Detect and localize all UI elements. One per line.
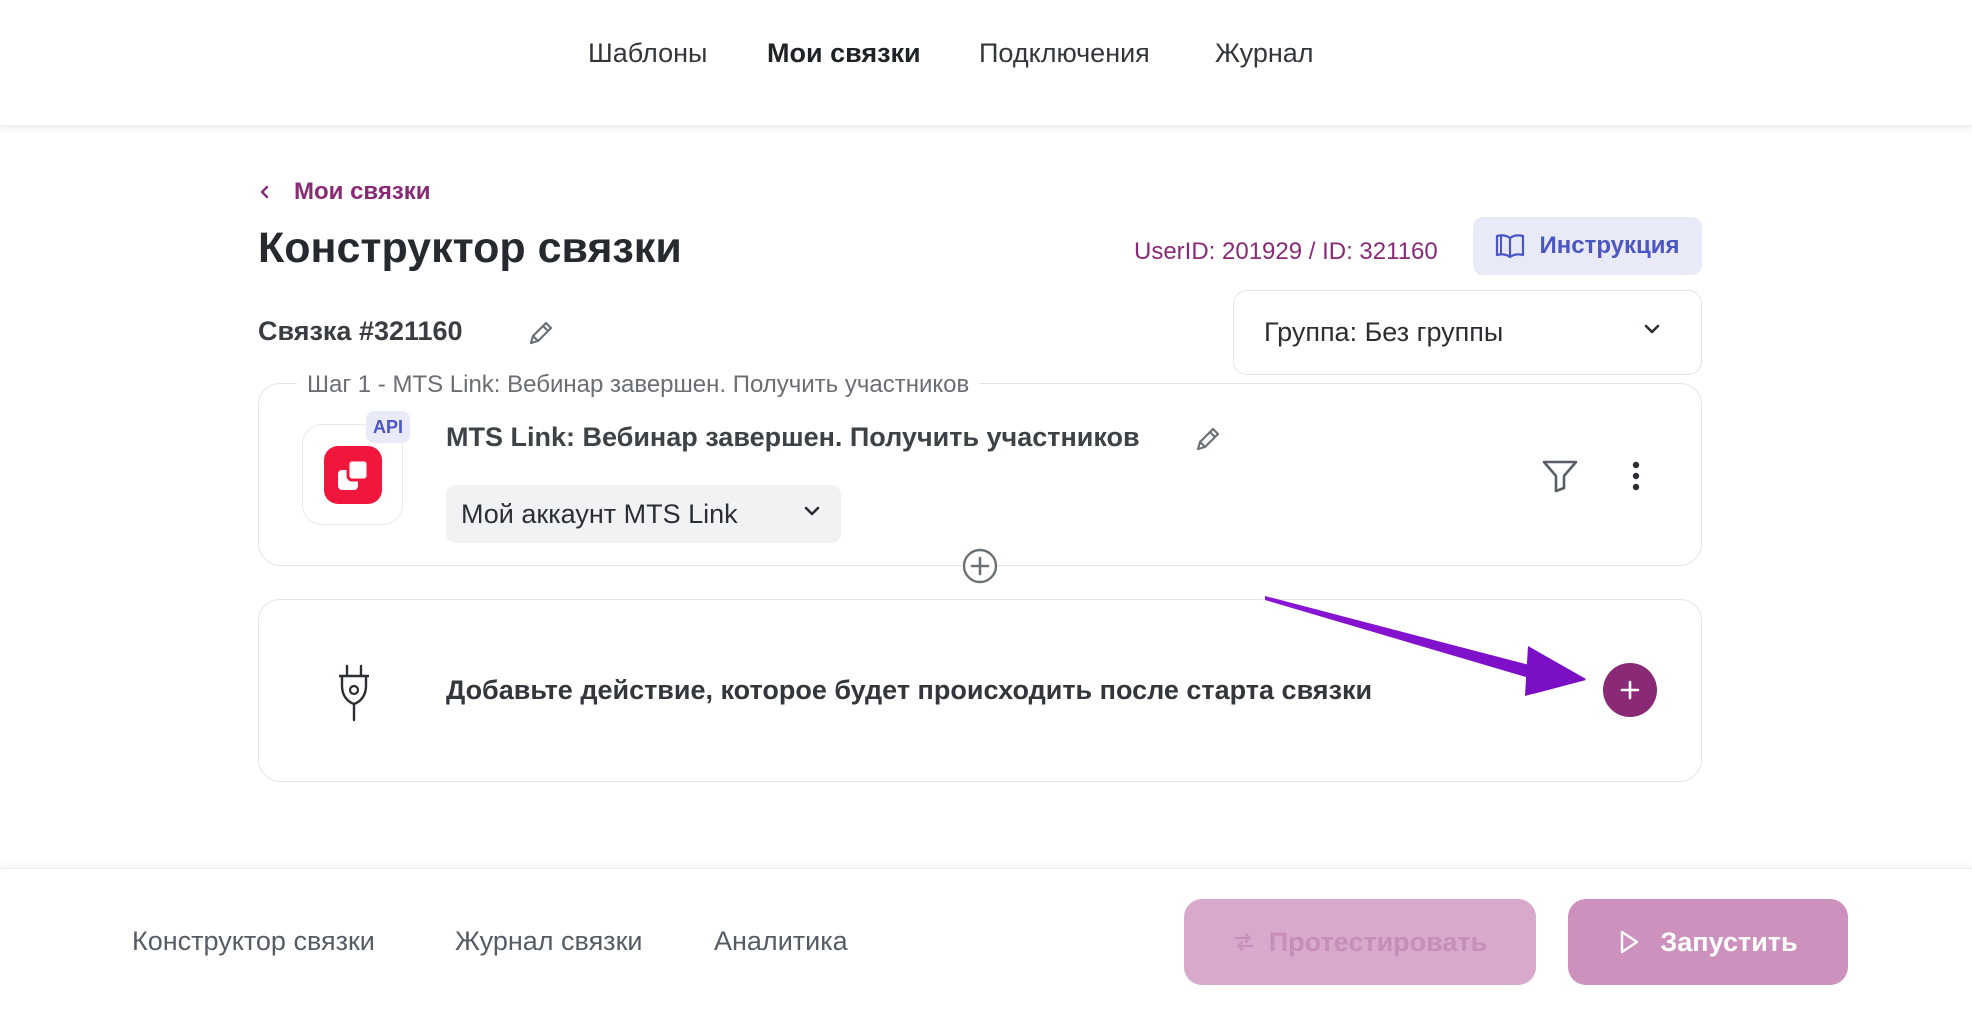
back-link[interactable]: Мои связки [258, 178, 431, 206]
top-navigation: Шаблоны Мои связки Подключения Журнал [0, 0, 1972, 126]
group-select[interactable]: Группа: Без группы [1233, 290, 1702, 375]
nav-tab-journal[interactable]: Журнал [1215, 38, 1314, 69]
play-icon [1621, 930, 1639, 954]
nav-tab-connections[interactable]: Подключения [979, 38, 1150, 69]
group-select-value: Группа: Без группы [1264, 317, 1504, 347]
mts-link-logo [324, 446, 382, 504]
chevron-left-icon [260, 185, 269, 199]
book-icon [1496, 234, 1525, 259]
run-button-label: Запустить [1660, 926, 1798, 957]
more-options-icon[interactable] [1626, 460, 1646, 492]
run-button[interactable]: Запустить [1568, 899, 1848, 985]
mts-link-logo-icon [338, 458, 370, 490]
bottom-tab-constructor[interactable]: Конструктор связки [132, 926, 375, 957]
pencil-icon[interactable] [1193, 424, 1223, 454]
step-legend: Шаг 1 - MTS Link: Вебинар завершен. Полу… [297, 371, 980, 399]
add-action-prompt: Добавьте действие, которое будет происхо… [446, 675, 1373, 705]
add-step-between-button[interactable] [962, 548, 998, 584]
filter-icon[interactable] [1540, 458, 1580, 494]
plus-circle-icon [962, 548, 998, 584]
bottom-tab-analytics[interactable]: Аналитика [714, 926, 848, 957]
bottom-tab-bundle-journal[interactable]: Журнал связки [455, 926, 642, 957]
chevron-down-icon [1644, 324, 1660, 334]
test-button-label: Протестировать [1268, 926, 1488, 957]
page-title: Конструктор связки [258, 224, 682, 272]
chevron-down-icon [804, 506, 820, 516]
back-link-label: Мои связки [294, 178, 431, 205]
instruction-button-label: Инструкция [1539, 232, 1680, 259]
user-and-bundle-ids: UserID: 201929 / ID: 321160 [1134, 238, 1438, 265]
pencil-icon[interactable] [526, 318, 556, 348]
instruction-button[interactable]: Инструкция [1473, 217, 1702, 275]
add-action-button[interactable] [1603, 663, 1657, 717]
swap-arrows-icon [1234, 932, 1253, 952]
step-title: MTS Link: Вебинар завершен. Получить уча… [446, 422, 1140, 452]
api-badge: API [366, 411, 410, 443]
account-select-value: Мой аккаунт MTS Link [461, 498, 738, 529]
account-select[interactable]: Мой аккаунт MTS Link [446, 485, 841, 543]
plug-icon [339, 664, 369, 722]
nav-tab-my-bundles[interactable]: Мои связки [767, 38, 921, 69]
nav-tab-templates[interactable]: Шаблоны [588, 38, 707, 69]
plus-icon [1620, 680, 1640, 700]
bundle-name: Связка #321160 [258, 316, 463, 346]
test-button[interactable]: Протестировать [1184, 899, 1536, 985]
